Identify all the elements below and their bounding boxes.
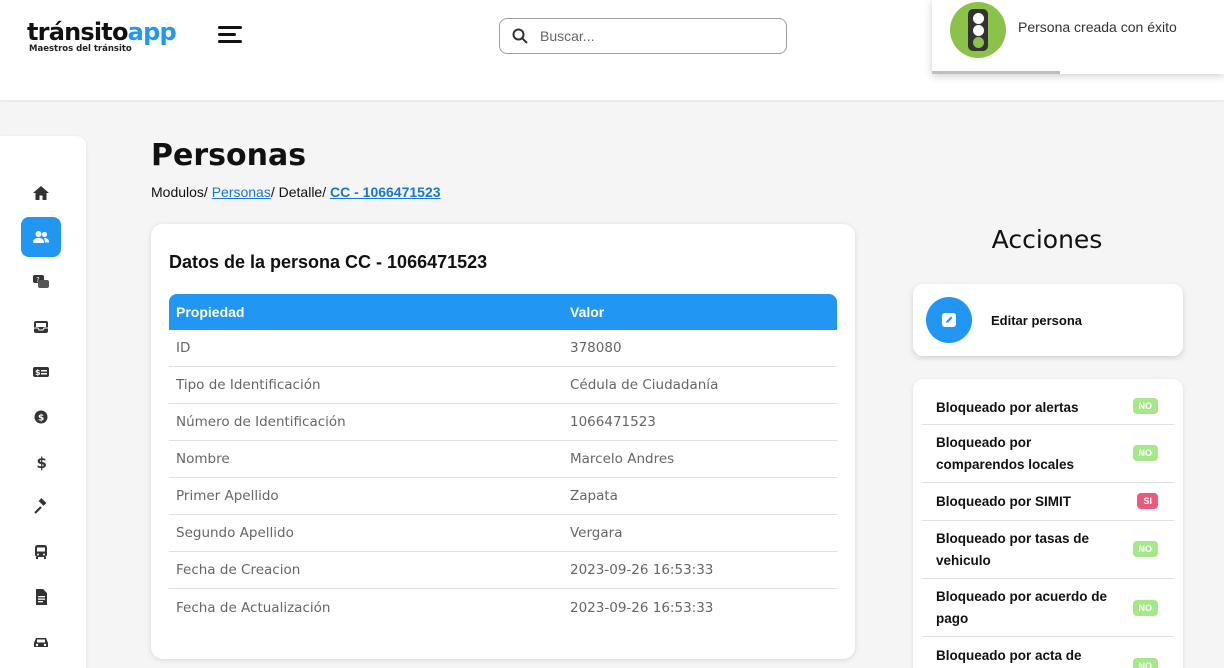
inbox-icon [34, 321, 48, 333]
property-cell: Primer Apellido [176, 488, 279, 504]
edit-icon [926, 297, 972, 343]
property-cell: Nombre [176, 451, 230, 467]
property-cell: ID [176, 340, 191, 356]
search-box[interactable] [499, 18, 787, 54]
block-label: Bloqueado por SIMIT [936, 494, 1071, 509]
toast-progress-bar [932, 71, 1060, 74]
sidebar-item-money[interactable]: $ [21, 397, 61, 437]
property-cell: Tipo de Identificación [176, 377, 321, 393]
svg-text:$: $ [37, 454, 47, 471]
edit-person-label: Editar persona [991, 313, 1083, 328]
block-label: Bloqueado por acuerdo de pago [936, 589, 1108, 626]
status-badge: NO [1132, 658, 1158, 668]
sidebar-item-bus[interactable] [21, 532, 61, 572]
value-cell: Zapata [570, 488, 618, 504]
users-icon [33, 231, 49, 243]
status-badge: NO [1132, 445, 1158, 461]
block-label: Bloqueado por tasas de vehiculo [936, 531, 1090, 568]
document-icon [36, 589, 47, 605]
status-badge: SI [1137, 493, 1158, 509]
breadcrumb-personas-link[interactable]: Personas [212, 184, 271, 200]
car-icon [34, 638, 48, 647]
block-item-tasas: Bloqueado por tasas de vehiculo NO [922, 521, 1174, 579]
id-card-icon: $ [33, 367, 49, 377]
sidebar-item-id-card[interactable]: $ [21, 352, 61, 392]
sidebar-item-home[interactable] [21, 173, 61, 213]
column-header-valor: Valor [570, 304, 605, 320]
block-item-alertas: Bloqueado por alertas NO [922, 387, 1174, 425]
table-header: Propiedad Valor [169, 294, 837, 330]
table-row: Número de Identificación 1066471523 [169, 404, 837, 441]
sidebar-item-chat[interactable]: ? [21, 262, 61, 302]
block-item-comparendos: Bloqueado por comparendos locales NO [922, 425, 1174, 483]
value-cell: Vergara [570, 525, 623, 541]
money-bag-icon: $ [34, 410, 48, 424]
sidebar-item-document[interactable] [21, 577, 61, 617]
property-cell: Fecha de Actualización [176, 599, 331, 616]
blocks-card: Bloqueado por alertas NO Bloqueado por c… [913, 379, 1183, 668]
home-icon [33, 186, 49, 200]
breadcrumb: Modulos/ Personas/ Detalle/ CC - 1066471… [151, 184, 441, 200]
breadcrumb-detalle: / Detalle/ [270, 184, 327, 200]
table-row: Segundo Apellido Vergara [169, 515, 837, 552]
svg-text:$: $ [35, 368, 41, 377]
actions-title: Acciones [991, 225, 1103, 254]
svg-text:?: ? [36, 276, 40, 284]
dollar-icon: $ [37, 454, 47, 471]
property-cell: Segundo Apellido [176, 525, 294, 541]
sidebar: ? $ $ $ [0, 136, 86, 668]
value-cell: Marcelo Andres [570, 451, 675, 467]
sidebar-item-gavel[interactable] [21, 487, 61, 527]
search-input[interactable] [540, 28, 770, 44]
sidebar-item-inbox[interactable] [21, 307, 61, 347]
sidebar-item-car[interactable] [21, 622, 61, 662]
chat-icon: ? [33, 275, 49, 288]
value-cell: 378080 [570, 340, 622, 356]
block-label: Bloqueado por comparendos locales [936, 435, 1075, 472]
breadcrumb-current-link[interactable]: CC - 1066471523 [330, 184, 441, 200]
value-cell: 1066471523 [570, 414, 656, 430]
success-toast[interactable]: Persona creada con éxito [932, 0, 1224, 74]
value-cell: 2023-09-26 16:53:33 [570, 562, 714, 578]
column-header-propiedad: Propiedad [176, 304, 245, 320]
svg-text:$: $ [38, 414, 44, 424]
person-details-card: Datos de la persona CC - 1066471523 Prop… [151, 224, 855, 659]
edit-person-button[interactable]: Editar persona [913, 284, 1183, 356]
menu-toggle-icon[interactable] [218, 26, 242, 44]
table-row: Primer Apellido Zapata [169, 478, 837, 515]
sidebar-item-personas[interactable] [21, 217, 61, 257]
details-title: Datos de la persona CC - 1066471523 [169, 252, 488, 272]
block-label: Bloqueado por alertas [936, 400, 1079, 415]
search-icon [512, 28, 528, 44]
table-row: Fecha de Actualización 2023-09-26 16:53:3… [169, 589, 837, 626]
details-table: Propiedad Valor ID 378080 Tipo de Identif… [169, 294, 837, 626]
block-label: Bloqueado por acta de [936, 648, 1082, 663]
table-row: Tipo de Identificación Cédula de Ciudadan… [169, 367, 837, 404]
sidebar-item-dollar[interactable]: $ [21, 442, 61, 482]
value-cell: Cédula de Ciudadanía [570, 377, 719, 393]
table-row: Fecha de Creacion 2023-09-26 16:53:33 [169, 552, 837, 589]
block-item-acuerdo: Bloqueado por acuerdo de pago NO [922, 579, 1174, 637]
app-logo[interactable]: tránsitoapp Maestros del tránsito [27, 18, 177, 54]
toast-message: Persona creada con éxito [1018, 19, 1177, 35]
block-item-simit: Bloqueado por SIMIT SI [922, 483, 1174, 521]
logo-wordmark: tránsitoapp [27, 18, 177, 46]
value-cell: 2023-09-26 16:53:33 [570, 599, 714, 616]
breadcrumb-modulos: Modulos/ [151, 184, 208, 200]
status-badge: NO [1132, 600, 1158, 616]
block-item-acta: Bloqueado por acta de NO [922, 637, 1174, 668]
table-row: Nombre Marcelo Andres [169, 441, 837, 478]
property-cell: Número de Identificación [176, 414, 346, 430]
status-badge: NO [1132, 541, 1158, 557]
status-badge: NO [1132, 398, 1158, 414]
page-title: Personas [151, 138, 307, 173]
gavel-icon [34, 498, 47, 514]
table-row: ID 378080 [169, 330, 837, 367]
bus-icon [35, 545, 47, 559]
traffic-light-icon [950, 2, 1006, 58]
property-cell: Fecha de Creacion [176, 562, 301, 578]
